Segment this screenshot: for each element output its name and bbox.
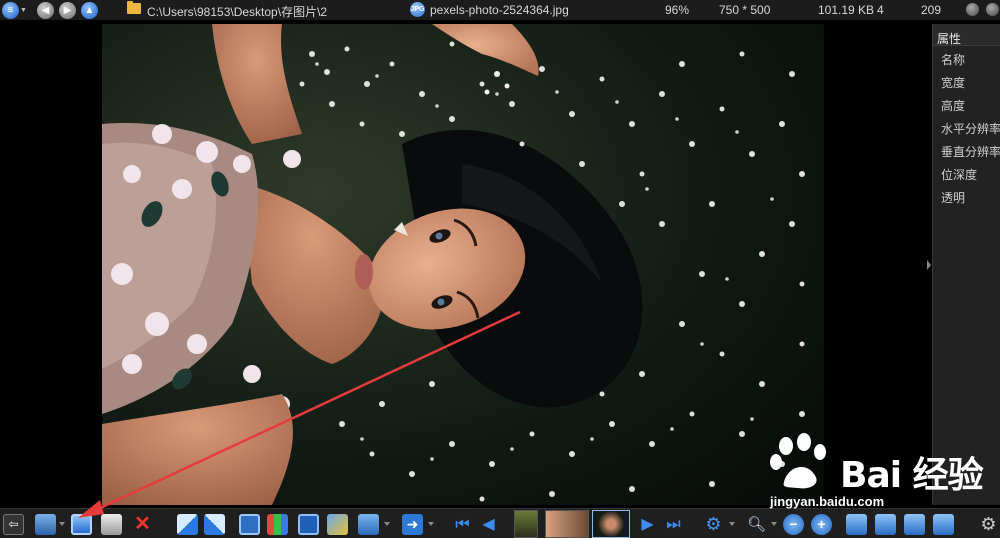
image-dimensions: 750 * 500 — [719, 3, 771, 17]
folder-icon — [127, 1, 141, 14]
watermark-brand: Bai 经验 — [840, 455, 984, 496]
settings-dropdown-icon[interactable] — [729, 522, 735, 526]
property-h-resolution: 水平分辨率 — [941, 122, 1000, 136]
watermark: Bai 经验 jingyan.baidu.com — [766, 430, 1000, 520]
property-name: 名称 — [941, 53, 966, 67]
property-height: 高度 — [941, 99, 966, 113]
paint-dropdown-icon[interactable] — [384, 522, 390, 526]
thumbnail-prev-2[interactable] — [514, 510, 538, 538]
folder-path[interactable]: C:\Users\98153\Desktop\存图片\2 — [147, 3, 327, 20]
next-image-icon[interactable]: ▶ — [637, 514, 658, 535]
file-size: 101.19 KB — [818, 3, 875, 17]
property-transparent: 透明 — [941, 191, 966, 205]
menu-dropdown-icon[interactable]: ▼ — [20, 7, 27, 14]
last-image-icon[interactable]: ⏭ — [663, 514, 684, 535]
next-action-dropdown-icon[interactable] — [428, 522, 434, 526]
up-icon[interactable]: ▲ — [80, 1, 98, 19]
zoom-icon[interactable]: 🔍︎ — [746, 514, 767, 535]
panel-collapse-icon[interactable] — [927, 260, 931, 270]
histogram-icon[interactable] — [267, 514, 288, 535]
image-index: 4 — [877, 3, 884, 17]
window-control-icon[interactable] — [966, 3, 979, 16]
settings-icon[interactable]: ⚙ — [703, 514, 724, 535]
edit-icon[interactable] — [327, 514, 348, 535]
property-v-resolution: 垂直分辨率 — [941, 145, 1000, 159]
first-image-icon[interactable]: ⏮ — [452, 514, 473, 535]
image-total: 209 — [921, 3, 942, 17]
exit-fullscreen-icon[interactable]: ⇦ — [3, 514, 24, 535]
paw-logo-icon — [770, 433, 826, 489]
property-bit-depth: 位深度 — [941, 168, 978, 182]
menu-icon[interactable]: ≡ — [2, 1, 19, 19]
print-icon[interactable] — [101, 514, 122, 535]
file-name: pexels-photo-2524364.jpg — [430, 3, 569, 17]
thumbnail-prev-1[interactable] — [545, 510, 589, 538]
rotate-left-icon[interactable] — [177, 514, 198, 535]
paint-icon[interactable] — [358, 514, 379, 535]
crop-icon[interactable] — [239, 514, 260, 535]
file-type-icon: JPG — [410, 2, 425, 17]
zoom-dropdown-icon[interactable] — [771, 522, 777, 526]
open-icon[interactable] — [35, 514, 56, 535]
delete-icon[interactable]: ✕ — [132, 514, 153, 535]
save-icon[interactable] — [71, 514, 92, 535]
resize-icon[interactable] — [298, 514, 319, 535]
photo-image[interactable] — [102, 24, 824, 505]
forward-icon[interactable]: ▶ — [58, 1, 76, 19]
watermark-url: jingyan.baidu.com — [770, 494, 885, 509]
back-icon[interactable]: ◀ — [36, 1, 54, 19]
thumbnail-current[interactable] — [592, 510, 630, 538]
panel-header: 属性 — [933, 24, 1000, 46]
property-width: 宽度 — [941, 76, 966, 90]
window-control-icon[interactable] — [986, 3, 999, 16]
image-viewer-window: ≡ ▼ ◀ ▶ ▲ C:\Users\98153\Desktop\存图片\2 J… — [0, 0, 1000, 538]
open-dropdown-icon[interactable] — [59, 522, 65, 526]
next-action-icon[interactable]: ➜ — [402, 514, 423, 535]
zoom-level: 96% — [665, 3, 690, 17]
rotate-right-icon[interactable] — [204, 514, 225, 535]
prev-image-icon[interactable]: ◀ — [478, 514, 499, 535]
